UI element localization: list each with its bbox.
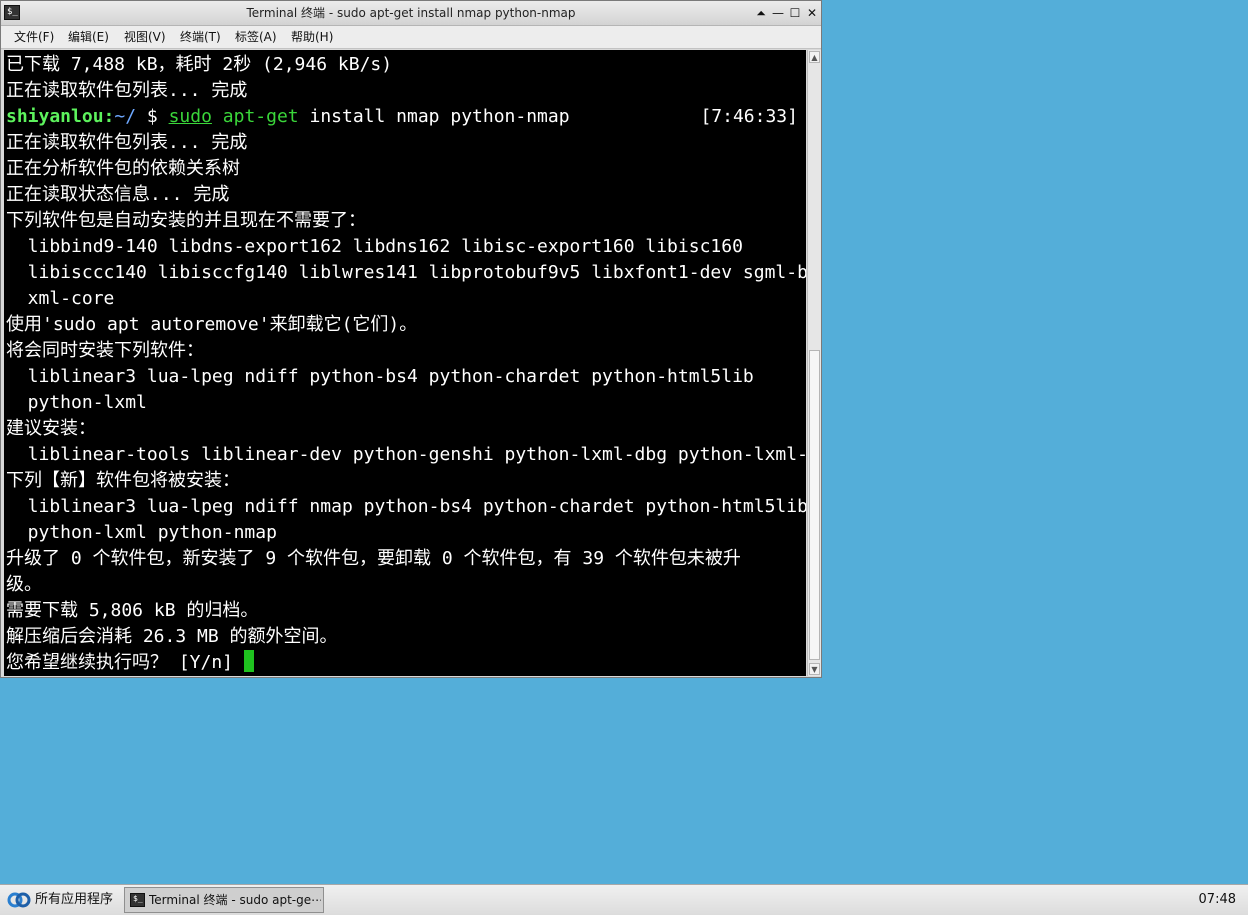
terminal-window[interactable]: $_ Terminal 终端 - sudo apt-get install nm…: [0, 0, 822, 678]
confirm-prompt-text: 您希望继续执行吗？ [Y/n]: [6, 652, 244, 673]
prompt-path: ~/: [114, 106, 137, 127]
menu-help[interactable]: 帮助(H): [291, 30, 333, 44]
menu-view[interactable]: 视图(V): [124, 30, 166, 44]
scroll-up-arrow-icon[interactable]: ▲: [809, 51, 820, 63]
minimize-button[interactable]: —: [770, 5, 786, 21]
scroll-thumb[interactable]: [809, 350, 820, 660]
applications-label: 所有应用程序: [35, 892, 114, 907]
output-line: 级。: [6, 574, 42, 595]
maximize-button[interactable]: ☐: [787, 5, 803, 21]
terminal-output[interactable]: 已下载 7,488 kB，耗时 2秒 (2,946 kB/s) 正在读取软件包列表…: [4, 50, 806, 676]
output-line: 建议安装：: [6, 418, 96, 439]
output-line: libbind9-140 libdns-export162 libdns162 …: [6, 236, 743, 257]
output-line: 正在读取软件包列表... 完成: [6, 132, 248, 153]
menu-terminal[interactable]: 终端(T): [180, 30, 221, 44]
output-line: liblinear3 lua-lpeg ndiff nmap python-bs…: [6, 496, 806, 517]
output-line: 将会同时安装下列软件：: [6, 340, 204, 361]
window-title: Terminal 终端 - sudo apt-get install nmap …: [246, 6, 576, 20]
text-cursor: [243, 650, 254, 672]
output-line: 使用'sudo apt autoremove'来卸载它(它们)。: [6, 314, 418, 335]
command-args: install nmap python-nmap: [298, 106, 570, 127]
confirm-prompt-line[interactable]: 您希望继续执行吗？ [Y/n]: [6, 650, 806, 676]
output-line: 已下载 7,488 kB，耗时 2秒 (2,946 kB/s): [6, 54, 393, 75]
output-line: 需要下载 5,806 kB 的归档。: [6, 600, 259, 621]
shade-button[interactable]: ⏶: [753, 5, 769, 21]
output-line: python-lxml: [6, 392, 147, 413]
scroll-down-arrow-icon[interactable]: ▼: [809, 663, 820, 675]
command-apt-get: apt-get: [222, 106, 299, 127]
taskbar: 所有应用程序 $_ Terminal 终端 - sudo apt-ge⋯ 07:…: [0, 884, 1248, 915]
output-line: 正在读取软件包列表... 完成: [6, 80, 248, 101]
output-line: 下列【新】软件包将被安装：: [6, 470, 240, 491]
menu-edit[interactable]: 编辑(E): [68, 30, 109, 44]
task-label: Terminal 终端 - sudo apt-ge⋯: [149, 893, 321, 907]
close-button[interactable]: ✕: [804, 5, 820, 21]
output-line: liblinear3 lua-lpeg ndiff python-bs4 pyt…: [6, 366, 754, 387]
terminal-text: 已下载 7,488 kB，耗时 2秒 (2,946 kB/s) 正在读取软件包列表…: [6, 52, 806, 676]
menu-bar: 文件(F) 编辑(E) 视图(V) 终端(T) 标签(A) 帮助(H): [1, 26, 821, 49]
menu-tabs[interactable]: 标签(A): [235, 30, 277, 44]
output-line: 升级了 0 个软件包，新安装了 9 个软件包，要卸载 0 个软件包，有 39 个…: [6, 548, 741, 569]
taskbar-terminal-task[interactable]: $_ Terminal 终端 - sudo apt-ge⋯: [124, 887, 324, 913]
prompt-timestamp: [7:46:33]: [700, 106, 798, 127]
output-line: 正在分析软件包的依赖关系树: [6, 158, 240, 179]
output-line: 解压缩后会消耗 26.3 MB 的额外空间。: [6, 626, 338, 647]
terminal-icon: $_: [130, 893, 145, 907]
applications-icon: [7, 892, 31, 908]
menu-file[interactable]: 文件(F): [14, 30, 54, 44]
output-line: 正在读取状态信息... 完成: [6, 184, 230, 205]
command-prompt-line: shiyanlou:~/ $ sudo apt-get install nmap…: [6, 104, 806, 130]
command-space: [212, 106, 223, 127]
prompt-user: shiyanlou:: [6, 106, 115, 127]
output-line: liblinear-tools liblinear-dev python-gen…: [6, 444, 806, 465]
command-sudo: sudo: [168, 106, 212, 127]
clock[interactable]: 07:48: [1199, 892, 1236, 908]
output-line: 下列软件包是自动安装的并且现在不需要了：: [6, 210, 366, 231]
output-line: xml-core: [6, 288, 115, 309]
prompt-symbol: $: [136, 106, 169, 127]
output-line: libisccc140 libisccfg140 liblwres141 lib…: [6, 262, 806, 283]
scrollbar[interactable]: ▲ ▼: [807, 50, 821, 676]
output-line: python-lxml python-nmap: [6, 522, 277, 543]
title-bar[interactable]: $_ Terminal 终端 - sudo apt-get install nm…: [1, 1, 821, 26]
